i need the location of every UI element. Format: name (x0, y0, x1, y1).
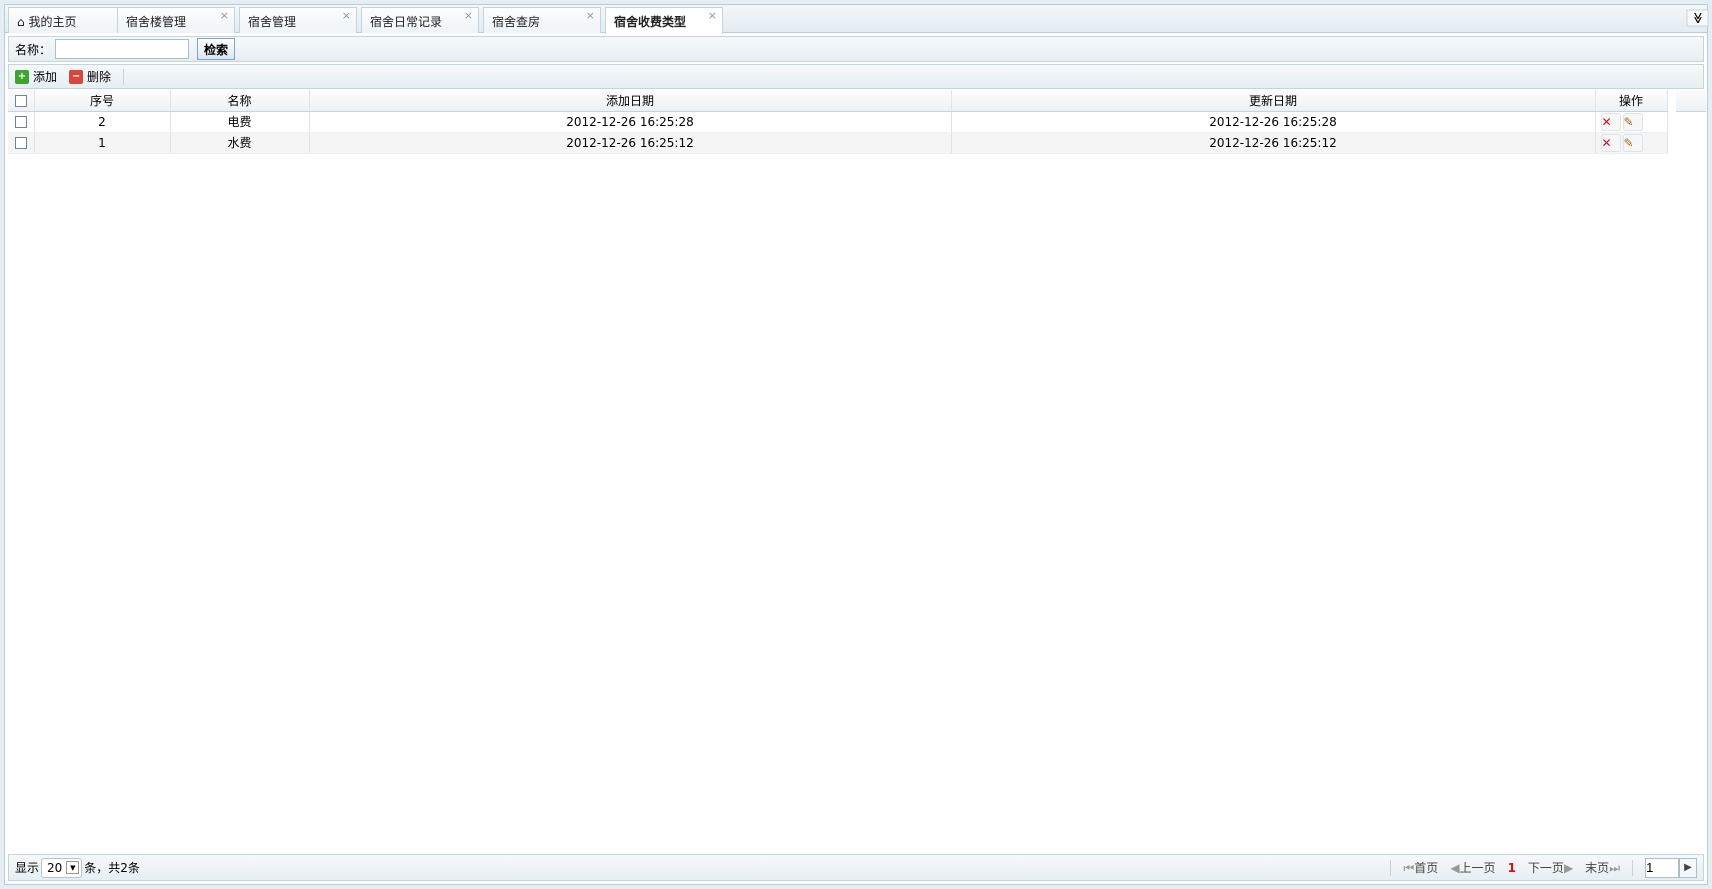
tab-room-check[interactable]: 宿舍查房 × (483, 7, 601, 33)
home-icon: ⌂ (17, 15, 25, 29)
table-row: 1 水费 2012-12-26 16:25:12 2012-12-26 16:2… (8, 132, 1668, 154)
header-name[interactable]: 名称 (170, 90, 310, 112)
cell-updated: 2012-12-26 16:25:12 (951, 132, 1596, 154)
cell-seq: 1 (34, 132, 171, 154)
toolbar: + 添加 − 删除 (8, 64, 1704, 89)
tab-menu-chevron-icon[interactable]: ≫ (1686, 9, 1709, 27)
close-icon[interactable]: × (464, 9, 473, 22)
add-icon: + (15, 69, 29, 84)
close-icon[interactable]: × (342, 9, 351, 22)
divider (1390, 859, 1392, 876)
first-page-icon: ⏮ (1403, 861, 1415, 875)
name-search-input[interactable] (55, 39, 190, 59)
table-header: 序号 名称 添加日期 更新日期 操作 (8, 90, 1668, 112)
delete-row-icon[interactable]: ✕ (1600, 112, 1621, 131)
prev-page-icon: ◀ (1450, 861, 1460, 875)
first-page-button[interactable]: ⏮首页 (1403, 859, 1438, 876)
delete-row-icon[interactable]: ✕ (1600, 133, 1621, 152)
next-page-button[interactable]: 下一页▶ (1528, 859, 1573, 876)
prev-page-button[interactable]: ◀上一页 (1450, 859, 1495, 876)
divider (123, 68, 125, 85)
cell-name: 电费 (170, 111, 310, 133)
cell-seq: 2 (34, 111, 171, 133)
next-page-icon: ▶ (1563, 861, 1574, 875)
tab-dorm-management[interactable]: 宿舍管理 × (239, 7, 357, 33)
search-label: 名称： (15, 42, 52, 57)
table-row: 2 电费 2012-12-26 16:25:28 2012-12-26 16:2… (8, 111, 1668, 133)
page-number-input[interactable] (1645, 857, 1679, 878)
divider (1632, 859, 1633, 876)
tab-bar: ⌂ 我的主页 宿舍楼管理 × 宿舍管理 × 宿舍日常记录 × 宿舍查房 × 宿舍收费类型… (5, 5, 1709, 34)
delete-icon: − (69, 69, 84, 84)
tab-building-management[interactable]: 宿舍楼管理 × (117, 7, 235, 33)
delete-button[interactable]: − 删除 (69, 68, 111, 85)
close-icon[interactable]: × (708, 9, 717, 22)
cell-added: 2012-12-26 16:25:28 (309, 111, 952, 133)
edit-row-icon[interactable]: ✎ (1622, 112, 1643, 131)
go-page-arrow-icon[interactable]: ▶ (1679, 857, 1697, 878)
main-frame: ⌂ 我的主页 宿舍楼管理 × 宿舍管理 × 宿舍日常记录 × 宿舍查房 × 宿舍收费类型… (4, 4, 1709, 885)
header-seq[interactable]: 序号 (34, 90, 171, 112)
show-label: 显示 (15, 861, 40, 875)
pager: ⏮首页 ◀上一页 1 下一页▶ 末页⏭ ▶ (1390, 857, 1697, 878)
chevron-down-icon: ▼ (66, 861, 80, 874)
pagination-bar: 显示 20▼ 条，共2条 ⏮首页 ◀上一页 1 下一页▶ 末页⏭ ▶ (8, 854, 1704, 881)
header-added-date[interactable]: 添加日期 (309, 90, 952, 112)
edit-row-icon[interactable]: ✎ (1622, 133, 1643, 152)
last-page-icon: ⏭ (1609, 861, 1620, 875)
tab-home[interactable]: ⌂ 我的主页 (8, 7, 126, 33)
header-actions: 操作 (1595, 90, 1668, 112)
close-icon[interactable]: × (586, 9, 595, 22)
page-size-select[interactable]: 20 ▼ (41, 857, 83, 878)
close-icon[interactable]: × (220, 9, 229, 22)
row-checkbox[interactable] (14, 116, 27, 128)
header-updated-date[interactable]: 更新日期 (951, 90, 1596, 112)
tab-fee-types[interactable]: 宿舍收费类型 × (605, 7, 723, 34)
current-page: 1 (1507, 860, 1516, 875)
cell-updated: 2012-12-26 16:25:28 (951, 111, 1596, 133)
cell-added: 2012-12-26 16:25:12 (309, 132, 952, 154)
fee-type-table: 序号 名称 添加日期 更新日期 操作 2 电费 2012-12-26 16:25… (8, 90, 1668, 154)
row-checkbox[interactable] (14, 137, 27, 149)
header-filler (1676, 90, 1706, 112)
search-bar: 名称： 检索 (8, 36, 1704, 62)
search-button[interactable]: 检索 (197, 38, 236, 60)
total-summary: 条，共2条 (84, 861, 140, 875)
add-button[interactable]: + 添加 (15, 68, 57, 85)
last-page-button[interactable]: 末页⏭ (1585, 859, 1620, 876)
cell-name: 水费 (170, 132, 310, 154)
tab-daily-records[interactable]: 宿舍日常记录 × (361, 7, 479, 33)
select-all-checkbox[interactable] (14, 94, 27, 107)
